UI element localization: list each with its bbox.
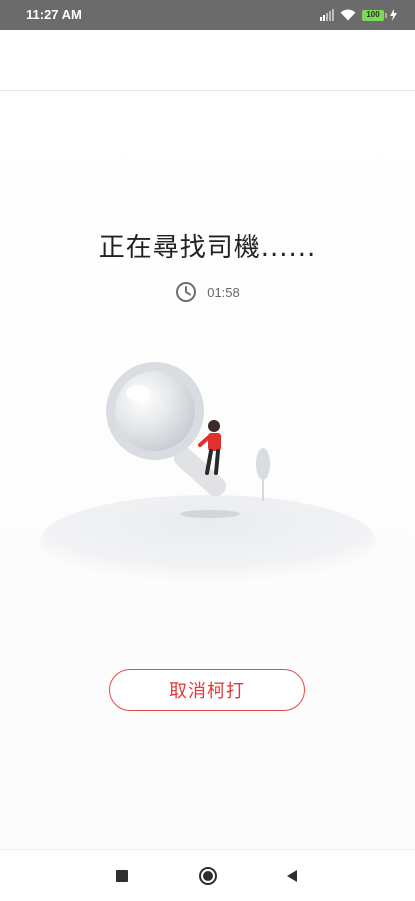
lens-shine: [126, 385, 150, 401]
battery-level: 100: [366, 9, 380, 19]
page-title: 正在尋找司機......: [98, 233, 317, 263]
magnifier-glass: [115, 371, 195, 451]
searching-driver-panel: 正在尋找司機...... 01:58 取消柯打: [0, 91, 415, 849]
status-bar: 11:27 AM 100: [0, 0, 415, 30]
back-button[interactable]: [280, 864, 304, 888]
battery-icon: 100: [362, 9, 387, 21]
status-icons: 100: [320, 8, 397, 22]
wifi-icon: [340, 9, 356, 21]
top-app-bar: [0, 30, 415, 91]
signal-icon: [320, 9, 334, 21]
shadow-shape: [180, 510, 240, 518]
tree-crown: [256, 448, 270, 480]
person-arm: [198, 435, 211, 447]
elapsed-timer: 01:58: [0, 281, 415, 303]
square-icon: [116, 870, 128, 882]
clock-icon: [176, 282, 197, 302]
circle-icon: [199, 867, 217, 885]
triangle-back-icon: [287, 870, 297, 882]
battery-tip: [385, 12, 387, 18]
status-time: 11:27 AM: [26, 7, 82, 22]
person-head: [208, 420, 220, 432]
person-legs: [205, 449, 220, 475]
home-button[interactable]: [196, 864, 220, 888]
system-nav-bar: [0, 849, 415, 901]
charging-icon: [390, 9, 397, 21]
recents-button[interactable]: [110, 864, 134, 888]
cancel-order-button[interactable]: 取消柯打: [109, 669, 305, 711]
elapsed-time: 01:58: [207, 284, 240, 300]
searching-illustration: [40, 362, 376, 587]
hill-shape: [40, 495, 376, 587]
